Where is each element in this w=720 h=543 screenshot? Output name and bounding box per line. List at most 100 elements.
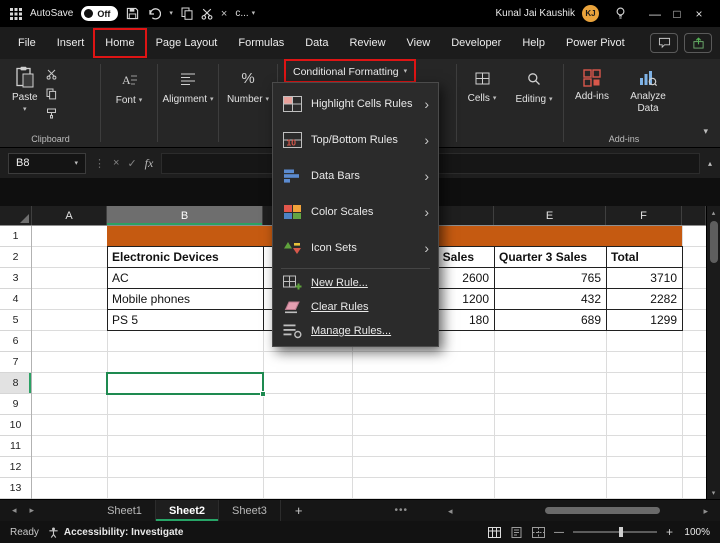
column-header-e[interactable]: E xyxy=(494,206,606,225)
normal-view-icon[interactable] xyxy=(488,527,501,538)
zoom-in-button[interactable]: + xyxy=(666,525,673,539)
accessibility-status[interactable]: Accessibility: Investigate xyxy=(48,527,184,538)
fill-handle[interactable] xyxy=(260,391,266,397)
hscroll-left-icon[interactable]: ◂ xyxy=(448,506,453,517)
column-header-b[interactable]: B xyxy=(107,206,263,225)
row-header[interactable]: 4 xyxy=(0,289,31,310)
menu-item-manage-rules[interactable]: Manage Rules... xyxy=(273,319,438,343)
menu-item-color-scales[interactable]: Color Scales › xyxy=(273,194,438,230)
page-layout-view-icon[interactable] xyxy=(510,527,523,538)
menu-item-data-bars[interactable]: Data Bars › xyxy=(273,158,438,194)
column-header-partial[interactable] xyxy=(682,206,706,225)
share-button[interactable] xyxy=(684,33,712,53)
save-icon[interactable] xyxy=(126,7,139,20)
tab-power-pivot[interactable]: Power Pivot xyxy=(556,32,635,54)
tab-data[interactable]: Data xyxy=(295,32,338,54)
sheet-tab-sheet1[interactable]: Sheet1 xyxy=(94,500,156,521)
tab-insert[interactable]: Insert xyxy=(47,32,95,54)
vertical-scroll-thumb[interactable] xyxy=(710,221,718,263)
page-break-view-icon[interactable] xyxy=(532,527,545,538)
row-header[interactable]: 9 xyxy=(0,394,31,415)
enter-icon[interactable]: ✓ xyxy=(127,157,136,170)
add-ins-button[interactable]: Add-ins xyxy=(565,59,619,103)
row-header[interactable]: 6 xyxy=(0,331,31,352)
editing-group-button[interactable]: Editing▾ xyxy=(506,59,562,147)
insert-function-icon[interactable]: fx xyxy=(145,156,154,171)
user-name[interactable]: Kunal Jai Kaushik xyxy=(496,8,576,19)
tab-home[interactable]: Home xyxy=(95,32,144,54)
cut-icon[interactable] xyxy=(201,8,213,20)
menu-item-highlight-cells-rules[interactable]: Highlight Cells Rules › xyxy=(273,86,438,122)
sheet-nav-left-icon[interactable]: ◂ xyxy=(12,505,17,516)
menu-item-top-bottom-rules[interactable]: 10 Top/Bottom Rules › xyxy=(273,122,438,158)
menu-item-new-rule[interactable]: New Rule... xyxy=(273,271,438,295)
cell-b2[interactable]: Electronic Devices xyxy=(108,247,264,268)
autosave-toggle[interactable]: Off xyxy=(81,6,118,21)
number-group-button[interactable]: % Number▾ xyxy=(220,59,276,147)
minimize-button[interactable]: — xyxy=(644,0,666,27)
conditional-formatting-button[interactable]: Conditional Formatting ▾ xyxy=(289,62,411,81)
row-header[interactable]: 2 xyxy=(0,247,31,268)
chevron-up-icon[interactable]: ▴ xyxy=(708,159,712,168)
dismiss-icon[interactable]: × xyxy=(221,8,227,20)
row-header[interactable]: 5 xyxy=(0,310,31,331)
tab-review[interactable]: Review xyxy=(339,32,395,54)
sheet-tab-sheet2[interactable]: Sheet2 xyxy=(156,500,219,521)
ribbon-collapse-icon[interactable]: ▾ xyxy=(703,126,708,137)
format-painter-icon[interactable] xyxy=(46,108,57,119)
name-box[interactable]: B8 ▾ xyxy=(8,153,86,174)
cell-b5[interactable]: PS 5 xyxy=(108,310,264,331)
row-header[interactable]: 13 xyxy=(0,478,31,499)
scroll-down-icon[interactable]: ▾ xyxy=(707,486,720,499)
alignment-group-button[interactable]: Alignment▾ xyxy=(159,59,217,147)
analyze-data-button[interactable]: Analyze Data xyxy=(621,59,675,114)
menu-item-icon-sets[interactable]: Icon Sets › xyxy=(273,230,438,266)
hscroll-right-icon[interactable]: ▸ xyxy=(703,506,708,517)
close-button[interactable]: × xyxy=(688,0,710,27)
vertical-scrollbar[interactable]: ▴ ▾ xyxy=(706,206,720,499)
sheet-nav-right-icon[interactable]: ▸ xyxy=(30,505,35,516)
cell-b4[interactable]: Mobile phones xyxy=(108,289,264,310)
row-header[interactable]: 12 xyxy=(0,457,31,478)
cell-b3[interactable]: AC xyxy=(108,268,264,289)
scroll-up-icon[interactable]: ▴ xyxy=(707,206,720,219)
sheet-tab-sheet3[interactable]: Sheet3 xyxy=(219,500,281,521)
cell-f2[interactable]: Total xyxy=(607,247,683,268)
cell-f3[interactable]: 3710 xyxy=(607,268,683,289)
tab-file[interactable]: File xyxy=(8,32,46,54)
copy-icon[interactable] xyxy=(46,88,57,100)
row-header-selected[interactable]: 8 xyxy=(0,373,31,394)
zoom-level[interactable]: 100% xyxy=(682,527,710,538)
cells-group-button[interactable]: Cells▾ xyxy=(458,59,506,147)
cancel-icon[interactable]: × xyxy=(113,157,119,169)
tab-developer[interactable]: Developer xyxy=(441,32,511,54)
undo-icon[interactable] xyxy=(147,7,161,20)
cell-f4[interactable]: 2282 xyxy=(607,289,683,310)
zoom-slider-thumb[interactable] xyxy=(619,527,623,537)
menu-item-clear-rules[interactable]: Clear Rules xyxy=(273,295,438,319)
row-header[interactable]: 3 xyxy=(0,268,31,289)
tab-formulas[interactable]: Formulas xyxy=(228,32,294,54)
column-header-f[interactable]: F xyxy=(606,206,682,225)
paste-button[interactable]: Paste ▾ xyxy=(12,64,38,113)
font-group-button[interactable]: A Font▾ xyxy=(102,59,156,147)
cell-e2[interactable]: Quarter 3 Sales xyxy=(495,247,607,268)
zoom-out-button[interactable]: — xyxy=(554,527,564,538)
cell-e4[interactable]: 432 xyxy=(495,289,607,310)
lightbulb-icon[interactable] xyxy=(615,7,626,20)
avatar[interactable]: KJ xyxy=(582,5,599,22)
tab-view[interactable]: View xyxy=(397,32,441,54)
quick-access-more[interactable]: c... ▾ xyxy=(235,8,255,19)
undo-dropdown-icon[interactable]: ▾ xyxy=(169,10,173,17)
select-all-corner[interactable] xyxy=(0,206,32,225)
apps-grid-icon[interactable] xyxy=(10,8,22,20)
cell-e3[interactable]: 765 xyxy=(495,268,607,289)
row-header[interactable]: 11 xyxy=(0,436,31,457)
tab-page-layout[interactable]: Page Layout xyxy=(146,32,228,54)
add-sheet-button[interactable]: + xyxy=(281,503,317,518)
cell-e5[interactable]: 689 xyxy=(495,310,607,331)
cell-f5[interactable]: 1299 xyxy=(607,310,683,331)
row-header[interactable]: 10 xyxy=(0,415,31,436)
row-header[interactable]: 1 xyxy=(0,226,31,247)
restore-button[interactable]: □ xyxy=(666,0,688,27)
